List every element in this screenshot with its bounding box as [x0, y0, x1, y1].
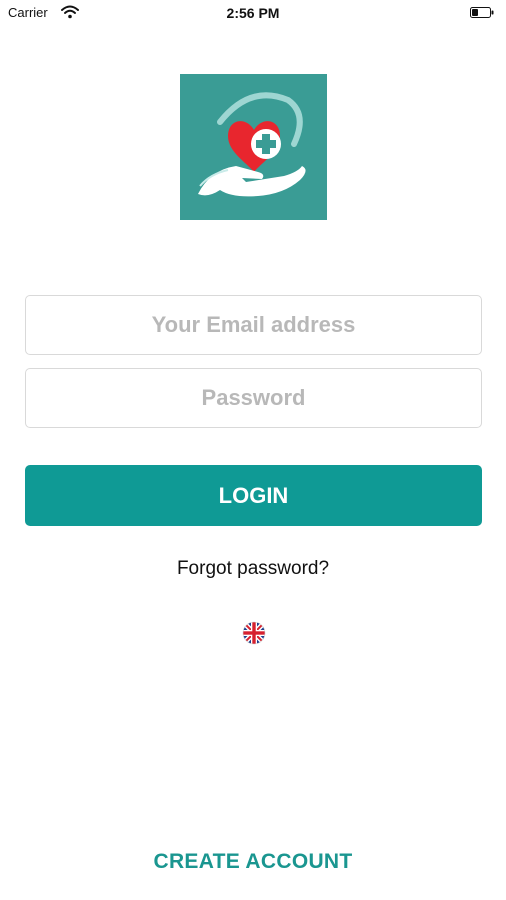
- battery-icon: [470, 7, 494, 18]
- forgot-password-link[interactable]: Forgot password?: [0, 558, 506, 580]
- password-field[interactable]: [25, 368, 482, 428]
- status-time: 2:56 PM: [226, 5, 280, 21]
- email-field[interactable]: [25, 295, 482, 355]
- status-bar: Carrier 2:56 PM: [0, 0, 506, 26]
- uk-flag-icon[interactable]: [242, 621, 266, 645]
- create-account-link[interactable]: CREATE ACCOUNT: [0, 850, 506, 874]
- app-logo: [180, 74, 327, 220]
- login-button[interactable]: LOGIN: [25, 465, 482, 526]
